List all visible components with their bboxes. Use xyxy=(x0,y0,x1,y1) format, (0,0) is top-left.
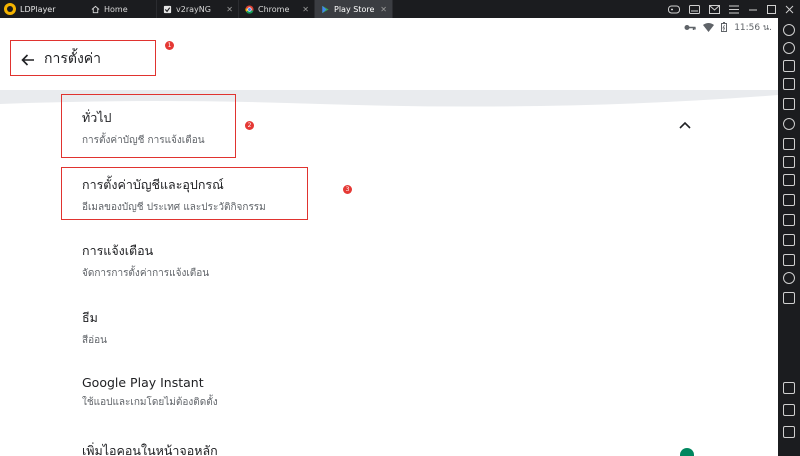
home-icon xyxy=(91,5,100,13)
back-nav-icon[interactable] xyxy=(783,382,795,394)
gamepad-icon[interactable] xyxy=(668,5,680,14)
volume-down-icon[interactable] xyxy=(783,78,795,90)
status-icons: 11:56 น. xyxy=(684,18,772,36)
mail-icon[interactable] xyxy=(709,4,720,14)
user-icon[interactable] xyxy=(783,42,795,54)
recent-apps-icon[interactable] xyxy=(783,426,795,438)
sync-icon[interactable] xyxy=(783,118,795,130)
annotation-box-3 xyxy=(61,167,308,220)
scissors-icon[interactable] xyxy=(783,174,795,186)
chrome-icon xyxy=(245,4,254,14)
tab-close-icon[interactable]: ✕ xyxy=(302,5,309,14)
wifi-icon xyxy=(703,22,715,32)
tab-play-store[interactable]: Play Store ✕ xyxy=(315,0,393,18)
list-item-title: การแจ้งเตือน xyxy=(82,243,154,258)
emulator-app-name: LDPlayer xyxy=(20,4,56,14)
list-item-play-instant[interactable]: Google Play Instant ใช้แอปและเกมโดยไม่ต้… xyxy=(82,375,218,410)
list-item-theme[interactable]: ธีม สีอ่อน xyxy=(82,308,107,348)
window-controls xyxy=(668,0,794,18)
list-item-subtitle: สีอ่อน xyxy=(82,335,107,346)
app-icon xyxy=(163,5,172,13)
minimize-icon[interactable] xyxy=(748,5,758,14)
annotation-badge-3: 3 xyxy=(343,185,352,194)
tab-v2rayng[interactable]: v2rayNG ✕ xyxy=(157,0,239,18)
annotation-badge-2: 2 xyxy=(245,121,254,130)
tab-close-icon[interactable]: ✕ xyxy=(226,5,233,14)
tab-home[interactable]: Home xyxy=(85,0,157,18)
annotation-box-1 xyxy=(10,40,156,76)
tab-chrome-label: Chrome xyxy=(258,4,290,14)
annotation-box-2 xyxy=(61,94,236,158)
chevron-up-icon[interactable] xyxy=(678,120,692,130)
list-item-add-home-icon[interactable]: เพิ่มไอคอนในหน้าจอหลัก xyxy=(82,441,218,456)
settings-gear-icon[interactable] xyxy=(783,24,795,36)
tab-close-icon[interactable]: ✕ xyxy=(380,5,387,14)
keyboard-icon[interactable] xyxy=(689,4,700,14)
list-item-title: เพิ่มไอคอนในหน้าจอหลัก xyxy=(82,443,218,456)
emulator-title-bar: LDPlayer Home v2rayNG ✕ Chrome ✕ Play St… xyxy=(0,0,800,18)
tab-chrome[interactable]: Chrome ✕ xyxy=(239,0,315,18)
android-status-bar: 11:56 น. xyxy=(0,18,778,36)
maximize-icon[interactable] xyxy=(767,4,776,14)
list-item-notifications[interactable]: การแจ้งเตือน จัดการการตั้งค่าการแจ้งเตือ… xyxy=(82,241,209,281)
battery-icon xyxy=(721,22,728,32)
tab-play-store-label: Play Store xyxy=(334,4,375,14)
location-icon[interactable] xyxy=(783,272,795,284)
emulator-toolbar xyxy=(778,18,800,456)
apk-install-icon[interactable] xyxy=(783,156,795,168)
shake-icon[interactable] xyxy=(783,234,795,246)
more-icon[interactable] xyxy=(783,292,795,304)
emulator-brand: LDPlayer xyxy=(0,0,85,18)
menu-icon[interactable] xyxy=(729,5,739,14)
toggle-switch[interactable] xyxy=(680,448,694,456)
volume-up-icon[interactable] xyxy=(783,60,795,72)
vpn-key-icon xyxy=(684,24,696,30)
list-item-subtitle: จัดการการตั้งค่าการแจ้งเตือน xyxy=(82,268,210,279)
tab-v2rayng-label: v2rayNG xyxy=(176,4,211,14)
screenshot-icon[interactable] xyxy=(783,138,795,150)
play-store-icon xyxy=(322,5,329,13)
list-item-title: Google Play Instant xyxy=(82,375,204,390)
list-item-subtitle: ใช้แอปและเกมโดยไม่ต้องติดตั้ง xyxy=(82,397,218,408)
tab-home-label: Home xyxy=(104,4,128,14)
list-item-title: ธีม xyxy=(82,310,98,325)
annotation-badge-1: 1 xyxy=(165,41,174,50)
close-icon[interactable] xyxy=(785,5,794,14)
record-icon[interactable] xyxy=(783,194,795,206)
status-time: 11:56 น. xyxy=(734,23,772,33)
folder-icon[interactable] xyxy=(783,254,795,266)
home-nav-icon[interactable] xyxy=(783,404,795,416)
macro-icon[interactable] xyxy=(783,214,795,226)
fullscreen-icon[interactable] xyxy=(783,98,795,110)
ldplayer-logo-icon xyxy=(4,3,16,15)
